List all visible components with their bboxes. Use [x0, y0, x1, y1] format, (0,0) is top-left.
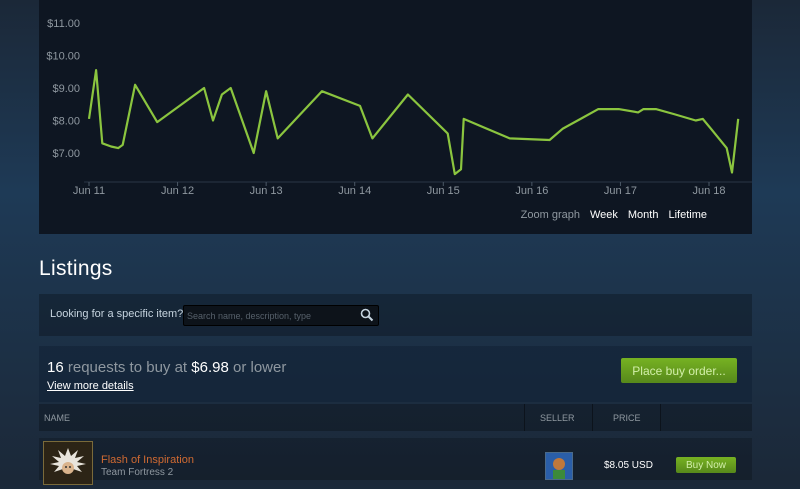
y-tick-label: $9.00 — [52, 83, 80, 95]
zoom-label: Zoom graph — [520, 209, 580, 221]
x-tick-label: Jun 16 — [515, 185, 548, 197]
buy-requests-panel: 16 requests to buy at $6.98 or lower Vie… — [39, 346, 752, 402]
x-tick-label: Jun 17 — [604, 185, 637, 197]
zoom-month-button[interactable]: Month — [628, 209, 659, 221]
item-icon — [50, 448, 86, 474]
x-tick-label: Jun 12 — [161, 185, 194, 197]
price-series-line[interactable] — [87, 68, 740, 176]
seller-avatar[interactable] — [545, 452, 573, 480]
x-tick-label: Jun 13 — [250, 185, 283, 197]
y-tick-label: $11.00 — [47, 18, 80, 30]
seller-column-header: SELLER — [540, 413, 575, 423]
y-tick-label: $10.00 — [46, 51, 80, 63]
item-name[interactable]: Flash of Inspiration — [101, 454, 194, 466]
column-divider — [592, 404, 593, 431]
buy-requests-summary: 16 requests to buy at $6.98 or lower — [47, 359, 286, 376]
column-divider — [524, 404, 525, 431]
search-label: Looking for a specific item? — [50, 308, 184, 320]
x-tick-label: Jun 15 — [427, 185, 460, 197]
x-tick-label: Jun 14 — [338, 185, 371, 197]
y-tick-label: $8.00 — [52, 116, 80, 128]
buy-request-price: $6.98 — [191, 359, 229, 376]
search-box — [183, 305, 379, 326]
buy-summary-suffix: or lower — [228, 359, 287, 376]
seller-avatar-image — [546, 453, 572, 479]
chart-svg: $11.00 $10.00 $9.00 $8.00 $7.00 Jun 11 Jun 12 J… — [46, 18, 752, 197]
x-tick-label: Jun 11 — [73, 185, 105, 197]
x-tick-label: Jun 18 — [692, 185, 725, 197]
name-column-header: NAME — [44, 413, 71, 423]
search-input[interactable] — [184, 306, 359, 325]
item-price: $8.05 USD — [604, 460, 653, 471]
buy-summary-text: requests to buy at — [63, 359, 192, 376]
place-buy-order-button[interactable]: Place buy order... — [621, 358, 737, 383]
price-column-header: PRICE — [613, 413, 641, 423]
price-history-chart: $11.00 $10.00 $9.00 $8.00 $7.00 Jun 11 Jun 12 J… — [39, 0, 752, 234]
listings-table-header: NAME SELLER PRICE — [39, 404, 752, 431]
zoom-controls: Zoom graph Week Month Lifetime — [521, 209, 707, 221]
column-divider — [660, 404, 661, 431]
y-tick-label: $7.00 — [52, 148, 80, 160]
buy-request-count: 16 — [47, 359, 64, 376]
search-panel: Looking for a specific item? — [39, 294, 752, 336]
item-image[interactable] — [43, 441, 93, 485]
view-more-details-link[interactable]: View more details — [47, 380, 134, 392]
zoom-week-button[interactable]: Week — [590, 209, 618, 221]
item-game: Team Fortress 2 — [101, 467, 174, 478]
search-icon[interactable] — [360, 308, 374, 322]
buy-now-button[interactable]: Buy Now — [676, 457, 736, 473]
listings-title: Listings — [39, 257, 113, 280]
zoom-lifetime-button[interactable]: Lifetime — [668, 209, 707, 221]
listing-row[interactable]: Flash of Inspiration Team Fortress 2 $8.… — [39, 438, 752, 485]
